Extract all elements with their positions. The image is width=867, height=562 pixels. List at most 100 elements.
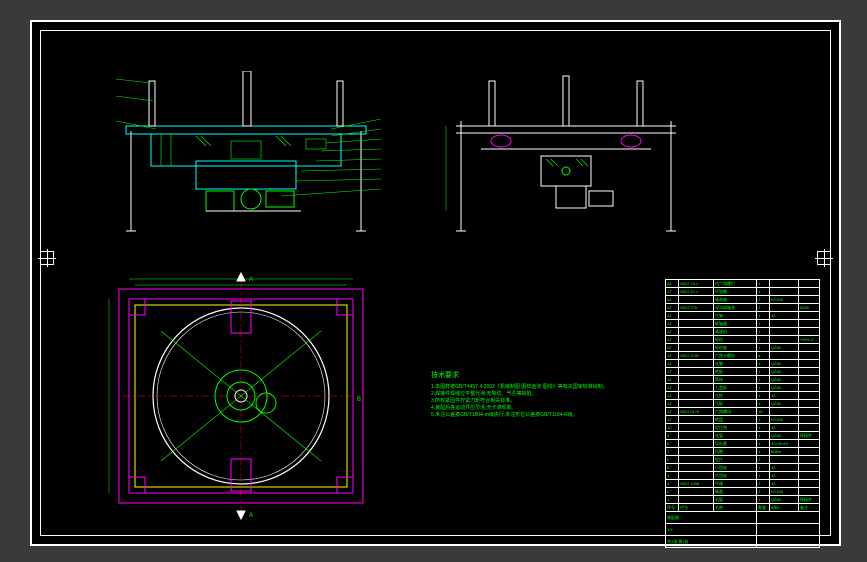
bom-cell-no: 22 bbox=[666, 328, 679, 336]
bom-header-row: 序号代号名称数量材料备注 bbox=[666, 504, 820, 512]
plan-view: A A B bbox=[101, 271, 381, 521]
bom-row: 23联轴器1 bbox=[666, 320, 820, 328]
bom-cell-name: 压板 bbox=[714, 400, 757, 408]
bom-cell-code bbox=[679, 312, 714, 320]
bom-cell-qty: 4 bbox=[757, 400, 770, 408]
bom-cell-name: 底板 bbox=[714, 368, 757, 376]
bom-row: 2端盖2HT150 bbox=[666, 488, 820, 496]
bom-cell-rem: Y90S-4 bbox=[799, 336, 820, 344]
bom-cell-mat: Q235 bbox=[770, 368, 799, 376]
bom-cell-mat bbox=[770, 408, 799, 416]
bom-row: 25GB/T 276深沟球轴承26205 bbox=[666, 304, 820, 312]
bom-cell-rem bbox=[799, 400, 820, 408]
bom-cell-code bbox=[679, 368, 714, 376]
drawing-frame: A A B 技术要求 1.本图样按GB/T4457.4-2002《机械制图 图样… bbox=[30, 20, 841, 546]
bom-cell-mat: 45 bbox=[770, 472, 799, 480]
bom-cell-rem bbox=[799, 328, 820, 336]
note-line: 3.所有紧固件拧紧力矩符合相关标准。 bbox=[431, 398, 631, 405]
bom-cell-rem bbox=[799, 416, 820, 424]
bom-cell-rem bbox=[799, 448, 820, 456]
bom-header-cell: 备注 bbox=[799, 504, 820, 512]
bom-cell-code bbox=[679, 384, 714, 392]
bom-cell-name: 导向套 bbox=[714, 440, 757, 448]
bom-cell-no: 16 bbox=[666, 376, 679, 384]
bom-cell-no: 28 bbox=[666, 280, 679, 288]
bom-cell-name: 转盘 bbox=[714, 416, 757, 424]
bom-cell-no: 9 bbox=[666, 432, 679, 440]
bom-cell-no: 20 bbox=[666, 344, 679, 352]
bom-table: 28GB/T 70.1内六角螺钉427GB/T 97.1平垫圈426轴承座2HT… bbox=[665, 279, 820, 548]
bom-row: 22减速机1 bbox=[666, 328, 820, 336]
titleblock-cell bbox=[757, 512, 820, 524]
bom-row: 1机架1Q235焊接件 bbox=[666, 496, 820, 504]
bom-cell-qty: 4 bbox=[757, 360, 770, 368]
bom-cell-no: 21 bbox=[666, 336, 679, 344]
side-elevation-view bbox=[441, 71, 691, 251]
bom-row: 24主轴145 bbox=[666, 312, 820, 320]
bom-cell-code bbox=[679, 456, 714, 464]
bom-cell-code: GB/T 1096 bbox=[679, 480, 714, 488]
bom-cell-rem bbox=[799, 440, 820, 448]
bom-cell-code bbox=[679, 496, 714, 504]
bom-cell-no: 7 bbox=[666, 448, 679, 456]
bom-cell-name: 端盖 bbox=[714, 488, 757, 496]
bom-row: 8导向套4ZCuSn10 bbox=[666, 440, 820, 448]
bom-row: 10定位销445 bbox=[666, 424, 820, 432]
bom-cell-code bbox=[679, 472, 714, 480]
bom-cell-no: 27 bbox=[666, 288, 679, 296]
bom-row: 7挡圈465Mn bbox=[666, 448, 820, 456]
bom-cell-qty: 16 bbox=[757, 408, 770, 416]
front-view-svg bbox=[101, 71, 391, 251]
bom-header-cell: 代号 bbox=[679, 504, 714, 512]
bom-cell-rem bbox=[799, 480, 820, 488]
bom-row: 12GB/T 6170六角螺母16 bbox=[666, 408, 820, 416]
bom-row: 18支腿4Q235 bbox=[666, 360, 820, 368]
bom-cell-name: 平垫圈 bbox=[714, 288, 757, 296]
cad-viewport[interactable]: A A B 技术要求 1.本图样按GB/T4457.4-2002《机械制图 图样… bbox=[0, 0, 867, 562]
front-elevation-view bbox=[101, 71, 391, 251]
bom-cell-qty: 4 bbox=[757, 288, 770, 296]
bom-cell-name: 轴承座 bbox=[714, 296, 757, 304]
bom-cell-code: GB/T 5782 bbox=[679, 352, 714, 360]
bom-row: 11转盘1HT200 bbox=[666, 416, 820, 424]
bom-cell-no: 17 bbox=[666, 368, 679, 376]
bom-cell-name: 内六角螺钉 bbox=[714, 280, 757, 288]
titleblock-row: 共1张 第1张 bbox=[666, 536, 820, 548]
bom-cell-code bbox=[679, 296, 714, 304]
titleblock-cell: 装配图 bbox=[666, 512, 757, 524]
bom-cell-qty: 4 bbox=[757, 440, 770, 448]
bom-cell-qty: 4 bbox=[757, 280, 770, 288]
bom-cell-qty: 1 bbox=[757, 376, 770, 384]
inner-border: A A B 技术要求 1.本图样按GB/T4457.4-2002《机械制图 图样… bbox=[40, 30, 831, 536]
bom-cell-name: 减速机 bbox=[714, 328, 757, 336]
bom-cell-mat: 45 bbox=[770, 464, 799, 472]
bom-cell-rem: 焊接件 bbox=[799, 496, 820, 504]
bom-cell-mat: 45 bbox=[770, 312, 799, 320]
centering-mark-left bbox=[40, 251, 54, 265]
bom-cell-mat: HT200 bbox=[770, 296, 799, 304]
bom-cell-mat bbox=[770, 280, 799, 288]
bom-row: 19GB/T 5782六角头螺栓8 bbox=[666, 352, 820, 360]
bom-cell-code bbox=[679, 344, 714, 352]
bom-cell-name: 支腿 bbox=[714, 360, 757, 368]
bom-cell-code bbox=[679, 416, 714, 424]
bom-header-cell: 序号 bbox=[666, 504, 679, 512]
bom-cell-name: 平键 bbox=[714, 480, 757, 488]
bom-cell-code: GB/T 6170 bbox=[679, 408, 714, 416]
bom-cell-rem bbox=[799, 312, 820, 320]
titleblock-cell: 1:5 bbox=[666, 524, 757, 536]
bom-cell-mat bbox=[770, 304, 799, 312]
bom-row: 26轴承座2HT200 bbox=[666, 296, 820, 304]
titleblock-cell bbox=[757, 524, 820, 536]
bom-row: 21电机1Y90S-4 bbox=[666, 336, 820, 344]
bom-cell-code bbox=[679, 320, 714, 328]
bom-cell-rem bbox=[799, 376, 820, 384]
bom-cell-rem bbox=[799, 368, 820, 376]
bom-cell-no: 15 bbox=[666, 384, 679, 392]
bom-cell-name: 立柱 bbox=[714, 392, 757, 400]
bom-cell-code bbox=[679, 328, 714, 336]
bom-row: 27GB/T 97.1平垫圈4 bbox=[666, 288, 820, 296]
bom-cell-name: 筒体 bbox=[714, 376, 757, 384]
bom-cell-no: 26 bbox=[666, 296, 679, 304]
svg-text:B: B bbox=[357, 397, 361, 403]
